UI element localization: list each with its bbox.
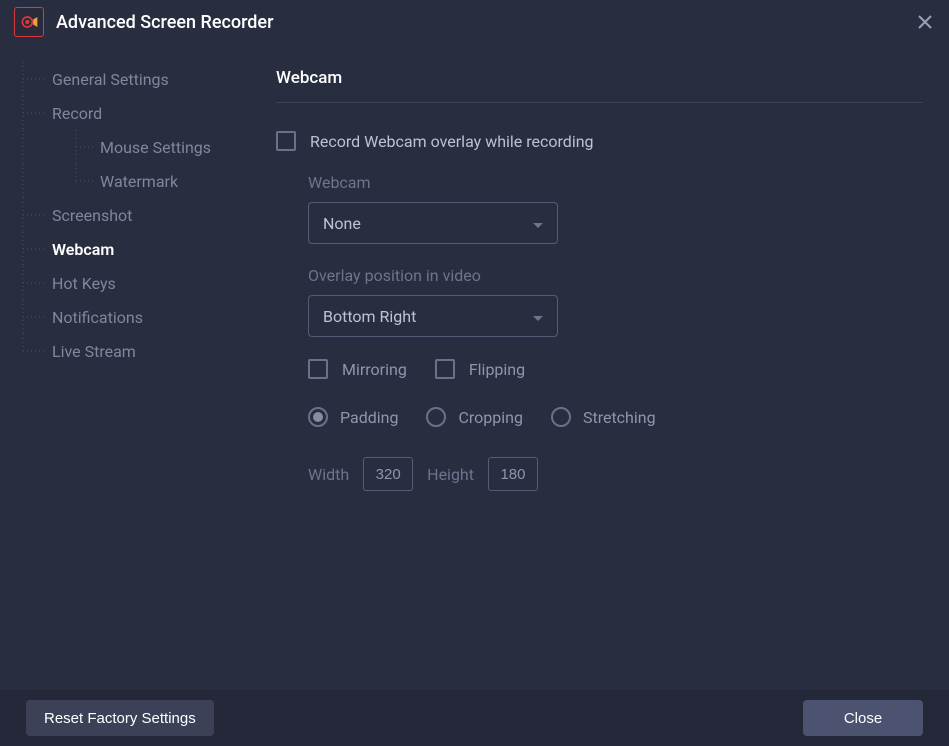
- scale-mode-row: Padding Cropping Stretching: [276, 407, 923, 427]
- sidebar-item-label: General Settings: [52, 70, 169, 89]
- sidebar-item-screenshot[interactable]: Screenshot: [20, 198, 246, 232]
- overlay-position-select[interactable]: Bottom Right: [308, 295, 558, 337]
- stretching-label: Stretching: [583, 408, 656, 427]
- sidebar-item-label: Notifications: [52, 308, 143, 327]
- webcam-select-value: None: [323, 214, 361, 233]
- flipping-checkbox[interactable]: [435, 359, 455, 379]
- reset-factory-button[interactable]: Reset Factory Settings: [26, 700, 214, 736]
- flipping-option[interactable]: Flipping: [435, 359, 525, 379]
- sidebar-item-mouse-settings[interactable]: Mouse Settings: [20, 130, 246, 164]
- stretching-radio[interactable]: [551, 407, 571, 427]
- sidebar-item-label: Webcam: [52, 240, 114, 259]
- sidebar-item-record[interactable]: Record: [20, 96, 246, 130]
- cropping-label: Cropping: [458, 408, 522, 427]
- padding-radio[interactable]: [308, 407, 328, 427]
- flipping-label: Flipping: [469, 360, 525, 379]
- padding-label: Padding: [340, 408, 398, 427]
- chevron-down-icon: [533, 214, 543, 233]
- app-icon: [14, 7, 44, 37]
- sidebar-item-label: Live Stream: [52, 342, 136, 361]
- mirror-flip-row: Mirroring Flipping: [276, 359, 923, 379]
- mirroring-option[interactable]: Mirroring: [308, 359, 407, 379]
- webcam-select-group: Webcam None: [276, 173, 923, 244]
- overlay-position-value: Bottom Right: [323, 307, 416, 326]
- sidebar: General Settings Record Mouse Settings W…: [0, 44, 246, 690]
- chevron-down-icon: [533, 307, 543, 326]
- sidebar-item-notifications[interactable]: Notifications: [20, 300, 246, 334]
- stretching-option[interactable]: Stretching: [551, 407, 656, 427]
- sidebar-item-hot-keys[interactable]: Hot Keys: [20, 266, 246, 300]
- dimensions-row: Width Height: [276, 457, 923, 491]
- record-overlay-row: Record Webcam overlay while recording: [276, 131, 923, 151]
- overlay-position-group: Overlay position in video Bottom Right: [276, 266, 923, 337]
- webcam-select-label: Webcam: [308, 173, 923, 192]
- titlebar: Advanced Screen Recorder: [0, 0, 949, 44]
- sidebar-item-live-stream[interactable]: Live Stream: [20, 334, 246, 368]
- webcam-select[interactable]: None: [308, 202, 558, 244]
- record-overlay-checkbox[interactable]: [276, 131, 296, 151]
- main-panel: Webcam Record Webcam overlay while recor…: [246, 44, 949, 690]
- record-overlay-label: Record Webcam overlay while recording: [310, 132, 594, 151]
- sidebar-item-label: Screenshot: [52, 206, 132, 225]
- sidebar-item-label: Watermark: [100, 172, 178, 191]
- cropping-radio[interactable]: [426, 407, 446, 427]
- width-input[interactable]: [363, 457, 413, 491]
- cropping-option[interactable]: Cropping: [426, 407, 522, 427]
- sidebar-item-label: Record: [52, 104, 102, 123]
- height-label: Height: [427, 465, 474, 484]
- overlay-position-label: Overlay position in video: [308, 266, 923, 285]
- section-title: Webcam: [276, 68, 923, 103]
- width-label: Width: [308, 465, 349, 484]
- app-title: Advanced Screen Recorder: [56, 12, 915, 33]
- window-close-icon[interactable]: [915, 12, 935, 32]
- sidebar-item-general-settings[interactable]: General Settings: [20, 62, 246, 96]
- sidebar-item-watermark[interactable]: Watermark: [20, 164, 246, 198]
- sidebar-item-webcam[interactable]: Webcam: [20, 232, 246, 266]
- mirroring-checkbox[interactable]: [308, 359, 328, 379]
- sidebar-item-label: Mouse Settings: [100, 138, 211, 157]
- mirroring-label: Mirroring: [342, 360, 407, 379]
- sidebar-item-label: Hot Keys: [52, 274, 116, 293]
- close-button[interactable]: Close: [803, 700, 923, 736]
- padding-option[interactable]: Padding: [308, 407, 398, 427]
- footer: Reset Factory Settings Close: [0, 690, 949, 746]
- height-input[interactable]: [488, 457, 538, 491]
